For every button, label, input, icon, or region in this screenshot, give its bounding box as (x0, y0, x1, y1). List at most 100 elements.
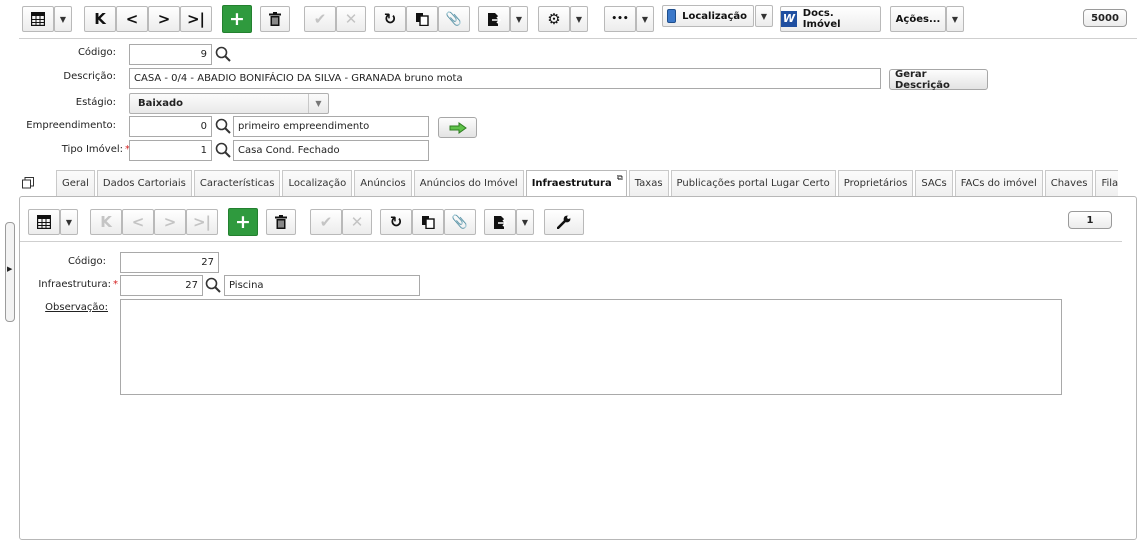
sub-refresh-button[interactable]: ↻ (380, 209, 412, 235)
export-dropdown[interactable]: ▼ (510, 6, 528, 32)
estagio-select[interactable]: Baixado ▼ (129, 93, 329, 114)
prev-icon: < (131, 213, 145, 231)
more-button[interactable]: ••• (604, 6, 636, 32)
settings-button[interactable]: ⚙ (538, 6, 570, 32)
window-icon[interactable] (22, 177, 34, 189)
infraestrutura-code-input[interactable]: 27 (120, 275, 203, 296)
copy-icon (422, 216, 435, 229)
copy-button[interactable] (406, 6, 438, 32)
side-panel-toggle[interactable]: ▶ (5, 222, 15, 322)
chevron-down-icon: ▼ (308, 94, 328, 113)
confirm-button[interactable]: ✔ (304, 6, 336, 32)
tab-fila[interactable]: Fila (1095, 170, 1118, 197)
tab-taxas[interactable]: Taxas (628, 170, 669, 197)
attach-icon: 📎 (445, 11, 463, 27)
export-icon (494, 215, 507, 229)
empreendimento-label: Empreendimento: (26, 120, 116, 131)
tab-caracteristicas[interactable]: Características (193, 170, 281, 197)
sub-copy-button[interactable] (412, 209, 444, 235)
sub-tools-button[interactable] (544, 209, 584, 235)
next-icon: > (157, 10, 171, 28)
sub-record-count-badge: 1 (1068, 211, 1112, 229)
first-icon: K (100, 213, 112, 231)
grid-view-dropdown[interactable]: ▼ (54, 6, 72, 32)
word-icon: W (781, 11, 797, 27)
sub-next-record-button[interactable]: > (154, 209, 186, 235)
refresh-button[interactable]: ↻ (374, 6, 406, 32)
infraestrutura-desc-field: Piscina (224, 275, 420, 296)
sub-export-dropdown[interactable]: ▼ (516, 209, 534, 235)
docs-imovel-button[interactable]: W Docs. Imóvel (780, 6, 881, 32)
observacao-textarea[interactable] (120, 299, 1062, 395)
tab-publicacoes-portal[interactable]: Publicações portal Lugar Certo (670, 170, 836, 197)
search-icon[interactable] (215, 46, 231, 62)
acoes-button[interactable]: Ações... (890, 6, 946, 32)
descricao-label: Descrição: (63, 71, 116, 82)
empreendimento-desc-field: primeiro empreendimento (233, 116, 429, 137)
descricao-input[interactable]: CASA - 0/4 - ABADIO BONIFÁCIO DA SILVA -… (129, 68, 881, 89)
localizacao-button[interactable]: Localização (662, 5, 754, 27)
tab-anuncios[interactable]: Anúncios (354, 170, 412, 197)
tipo-imovel-code-input[interactable]: 1 (129, 140, 212, 161)
attach-button[interactable]: 📎 (438, 6, 470, 32)
empreendimento-code-input[interactable]: 0 (129, 116, 212, 137)
map-icon (667, 9, 677, 23)
add-icon: + (235, 211, 251, 233)
observacao-label[interactable]: Observação: (40, 302, 108, 313)
search-icon[interactable] (205, 277, 221, 293)
tab-facs-do-imovel[interactable]: FACs do imóvel (954, 170, 1043, 197)
attach-icon: 📎 (451, 214, 469, 230)
tab-sacs[interactable]: SACs (915, 170, 953, 197)
sub-codigo-label: Código: (67, 256, 106, 267)
open-empreendimento-button[interactable] (438, 117, 477, 138)
acoes-dropdown[interactable]: ▼ (946, 6, 964, 32)
codigo-input[interactable]: 9 (129, 44, 212, 65)
tab-geral[interactable]: Geral (56, 170, 95, 197)
sub-last-record-button[interactable]: >| (186, 209, 218, 235)
tab-dados-cartoriais[interactable]: Dados Cartoriais (96, 170, 192, 197)
sub-add-record-button[interactable]: + (228, 208, 258, 236)
tab-anuncios-do-imovel[interactable]: Anúncios do Imóvel (413, 170, 524, 197)
tab-chaves[interactable]: Chaves (1044, 170, 1094, 197)
export-button[interactable] (478, 6, 510, 32)
wrench-icon (557, 215, 571, 229)
delete-record-button[interactable] (260, 6, 290, 32)
add-record-button[interactable]: + (222, 5, 252, 33)
prev-record-button[interactable]: < (116, 6, 148, 32)
gerar-descricao-button[interactable]: Gerar Descrição (889, 69, 988, 91)
sub-delete-record-button[interactable] (266, 209, 296, 235)
settings-dropdown[interactable]: ▼ (570, 6, 588, 32)
localizacao-dropdown[interactable]: ▼ (755, 5, 773, 27)
tipo-imovel-label: Tipo Imóvel: * (20, 144, 130, 155)
sub-confirm-button[interactable]: ✔ (310, 209, 342, 235)
next-record-button[interactable]: > (148, 6, 180, 32)
first-icon: K (94, 10, 106, 28)
tab-infraestrutura[interactable]: Infraestrutura ⧉ (525, 170, 627, 197)
search-icon[interactable] (215, 142, 231, 158)
tab-localizacao[interactable]: Localização (282, 170, 353, 197)
next-icon: > (163, 213, 177, 231)
acoes-label: Ações... (895, 13, 941, 25)
popout-icon[interactable]: ⧉ (617, 170, 623, 191)
grid-icon (37, 215, 51, 229)
grid-view-button[interactable] (22, 6, 54, 32)
cancel-button[interactable]: ✕ (336, 6, 366, 32)
last-record-button[interactable]: >| (180, 6, 212, 32)
gear-icon: ⚙ (547, 10, 561, 28)
first-record-button[interactable]: K (84, 6, 116, 32)
localizacao-label: Localização (682, 10, 747, 22)
more-dropdown[interactable]: ▼ (636, 6, 654, 32)
sub-prev-record-button[interactable]: < (122, 209, 154, 235)
required-mark: * (113, 279, 118, 290)
infraestrutura-panel: ▼ K < > >| + ✔ ✕ ↻ 📎 ▼ 1 Código: 27 Infr… (19, 196, 1137, 540)
sub-codigo-input[interactable]: 27 (120, 252, 219, 273)
tab-proprietarios[interactable]: Proprietários (837, 170, 914, 197)
search-icon[interactable] (215, 118, 231, 134)
sub-cancel-button[interactable]: ✕ (342, 209, 372, 235)
sub-grid-view-dropdown[interactable]: ▼ (60, 209, 78, 235)
sub-attach-button[interactable]: 📎 (444, 209, 476, 235)
sub-first-record-button[interactable]: K (90, 209, 122, 235)
sub-export-button[interactable] (484, 209, 516, 235)
sub-grid-view-button[interactable] (28, 209, 60, 235)
record-count-badge: 5000 (1083, 9, 1127, 27)
